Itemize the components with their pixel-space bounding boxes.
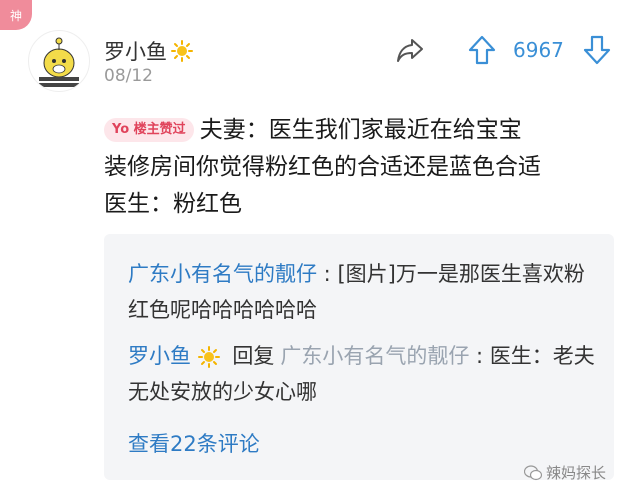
- god-comment-badge: 神: [0, 0, 32, 30]
- vote-count: 6967: [513, 38, 564, 62]
- upvote-icon[interactable]: [467, 34, 497, 66]
- post-text-line-2: 装修房间你觉得粉红色的合适还是蓝色合适: [104, 154, 541, 180]
- share-icon[interactable]: [394, 34, 426, 66]
- comment-item[interactable]: 罗小鱼 回复 广东小有名气的靓仔 : 医生：老夫无处安放的少女心哪: [128, 338, 598, 410]
- comment-separator: :: [469, 344, 490, 368]
- owner-liked-badge: Yo 楼主赞过: [104, 118, 194, 142]
- comment-separator: :: [317, 262, 338, 286]
- watermark: 辣妈探长: [524, 462, 606, 483]
- post-author[interactable]: 罗小鱼: [104, 36, 193, 66]
- post-author-name[interactable]: 罗小鱼: [104, 36, 167, 66]
- avatar-image: [30, 32, 88, 90]
- post-body[interactable]: Yo 楼主赞过 夫妻：医生我们家最近在给宝宝 装修房间你觉得粉红色的合适还是蓝色合…: [104, 112, 624, 223]
- avatar[interactable]: [28, 30, 90, 92]
- comment-author[interactable]: 罗小鱼: [128, 344, 191, 368]
- sun-icon: [197, 346, 220, 368]
- reply-target[interactable]: 广东小有名气的靓仔: [280, 344, 469, 368]
- comments-panel: 广东小有名气的靓仔 : [图片]万一是那医生喜欢粉红色呢哈哈哈哈哈哈 罗小鱼 回…: [104, 234, 614, 480]
- post-date: 08/12: [104, 66, 153, 86]
- sun-icon: [171, 40, 193, 62]
- comment-author[interactable]: 广东小有名气的靓仔: [128, 262, 317, 286]
- view-more-comments-link[interactable]: 查看22条评论: [128, 428, 260, 458]
- watermark-text: 辣妈探长: [546, 464, 607, 482]
- post-text-line-1: 夫妻：医生我们家最近在给宝宝: [199, 117, 522, 143]
- downvote-icon[interactable]: [582, 34, 612, 66]
- wechat-icon: [524, 464, 542, 480]
- reply-label: 回复: [232, 344, 275, 368]
- post-text-line-3: 医生：粉红色: [104, 191, 242, 217]
- comment-item[interactable]: 广东小有名气的靓仔 : [图片]万一是那医生喜欢粉红色呢哈哈哈哈哈哈: [128, 256, 598, 328]
